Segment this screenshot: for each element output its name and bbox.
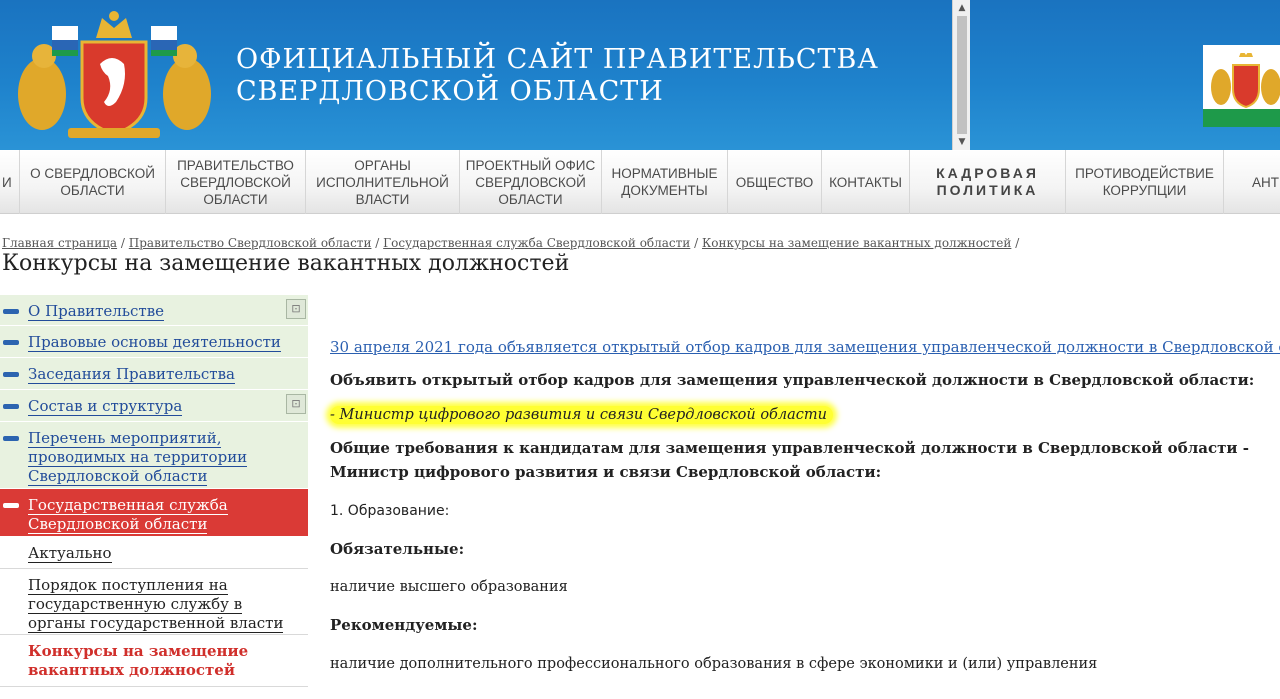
sidebar-item-structure[interactable]: Состав и структура ⊡ — [0, 390, 308, 422]
breadcrumb-separator: / — [1015, 236, 1020, 250]
breadcrumb-link-civil-service[interactable]: Государственная служба Свердловской обла… — [383, 236, 690, 250]
recommended-text: наличие дополнительного профессиональног… — [330, 656, 1098, 672]
site-header: ОФИЦИАЛЬНЫЙ САЙТ ПРАВИТЕЛЬСТВА СВЕРДЛОВС… — [0, 0, 1280, 150]
nav-item-executive-bodies[interactable]: ОРГАНЫ ИСПОЛНИТЕЛЬНОЙ ВЛАСТИ — [306, 150, 460, 214]
sidebar-subitem-label: Порядок поступления на государственную с… — [28, 576, 284, 633]
sidebar-subitem-label: Актуально — [28, 544, 112, 563]
nav-item-anti-corruption[interactable]: ПРОТИВОДЕЙСТВИЕ КОРРУПЦИИ — [1066, 150, 1224, 214]
nav-item-label: АНТ — [1252, 174, 1279, 190]
bullet-icon — [3, 436, 19, 441]
nav-item-label: ОБЩЕСТВО — [735, 174, 814, 190]
nav-item-label: КОНТАКТЫ — [829, 174, 902, 190]
regional-flag-icon — [1203, 45, 1280, 127]
breadcrumb-separator: / — [375, 236, 380, 250]
scroll-thumb[interactable] — [957, 16, 967, 134]
nav-item-contacts[interactable]: КОНТАКТЫ — [822, 150, 910, 214]
sidebar-item-label: О Правительстве — [28, 302, 165, 321]
sidebar-item-civil-service[interactable]: Государственная служба Свердловской обла… — [0, 489, 308, 537]
scroll-up-icon[interactable]: ▲ — [953, 0, 971, 16]
sidebar-item-label: Заседания Правительства — [28, 365, 235, 384]
expand-icon[interactable]: ⊡ — [286, 394, 306, 414]
mandatory-text: наличие высшего образования — [330, 579, 568, 595]
breadcrumb-separator: / — [694, 236, 699, 250]
site-title-line2: СВЕРДЛОВСКОЙ ОБЛАСТИ — [236, 76, 664, 107]
sidebar-subitem-label: Конкурсы на замещение вакантных должност… — [28, 642, 249, 679]
sidebar-item-label: Правовые основы деятельности — [28, 333, 281, 352]
bullet-icon — [3, 372, 19, 377]
bullet-icon — [3, 309, 19, 314]
main-nav: И О СВЕРДЛОВСКОЙ ОБЛАСТИ ПРАВИТЕЛЬСТВО С… — [0, 150, 1280, 214]
announce-text: Объявить открытый отбор кадров для замещ… — [330, 371, 1255, 389]
site-title-line1: ОФИЦИАЛЬНЫЙ САЙТ ПРАВИТЕЛЬСТВА — [236, 44, 879, 75]
highlighted-position: - Министр цифрового развития и связи Све… — [330, 406, 833, 424]
recommended-label: Рекомендуемые: — [330, 616, 478, 634]
nav-item-normative-docs[interactable]: НОРМАТИВНЫЕ ДОКУМЕНТЫ — [602, 150, 728, 214]
requirements-title: Общие требования к кандидатам для замеще… — [330, 439, 1249, 481]
nav-item-label: ПРОЕКТНЫЙ ОФИС СВЕРДЛОВСКОЙ ОБЛАСТИ — [465, 157, 596, 207]
nav-item-project-office[interactable]: ПРОЕКТНЫЙ ОФИС СВЕРДЛОВСКОЙ ОБЛАСТИ — [460, 150, 602, 214]
sidebar-subitem-actual[interactable]: Актуально — [0, 537, 308, 569]
nav-item-society[interactable]: ОБЩЕСТВО — [728, 150, 822, 214]
sidebar-item-label: Состав и структура — [28, 397, 183, 416]
bullet-icon — [3, 503, 19, 508]
scroll-down-icon[interactable]: ▼ — [953, 134, 971, 150]
page-title: Конкурсы на замещение вакантных должност… — [2, 251, 570, 276]
sidebar-subitem-admission-procedure[interactable]: Порядок поступления на государственную с… — [0, 569, 308, 635]
mandatory-label: Обязательные: — [330, 540, 465, 558]
expand-icon[interactable]: ⊡ — [286, 299, 306, 319]
sidebar-item-label: Перечень мероприятий, проводимых на терр… — [28, 429, 248, 486]
sidebar-item-meetings[interactable]: Заседания Правительства — [0, 358, 308, 390]
nav-item-partial-left[interactable]: И — [0, 150, 20, 214]
breadcrumb-link-government[interactable]: Правительство Свердловской области — [129, 236, 372, 250]
education-heading: 1. Образование: — [330, 503, 450, 519]
breadcrumb: Главная страница / Правительство Свердло… — [2, 236, 1019, 250]
position-row: - Министр цифрового развития и связи Све… — [330, 404, 1275, 424]
sidebar: О Правительстве ⊡ Правовые основы деятел… — [0, 295, 308, 687]
nav-item-label: О СВЕРДЛОВСКОЙ ОБЛАСТИ — [30, 166, 155, 198]
bullet-icon — [3, 340, 19, 345]
breadcrumb-separator: / — [120, 236, 125, 250]
header-scrollbar[interactable]: ▲ ▼ — [952, 0, 970, 150]
main-content: 30 апреля 2021 года объявляется открытый… — [330, 338, 1280, 676]
nav-item-about-region[interactable]: О СВЕРДЛОВСКОЙ ОБЛАСТИ — [20, 150, 166, 214]
nav-item-partial-right[interactable]: АНТ — [1224, 150, 1280, 214]
nav-item-label: КАДРОВАЯ ПОЛИТИКА — [936, 165, 1039, 198]
sidebar-item-events[interactable]: Перечень мероприятий, проводимых на терр… — [0, 422, 308, 489]
sidebar-subitem-competitions[interactable]: Конкурсы на замещение вакантных должност… — [0, 635, 308, 687]
nav-item-personnel-policy[interactable]: КАДРОВАЯ ПОЛИТИКА — [910, 150, 1066, 214]
flag-crest-icon — [1211, 53, 1280, 109]
bullet-icon — [3, 404, 19, 409]
site-title[interactable]: ОФИЦИАЛЬНЫЙ САЙТ ПРАВИТЕЛЬСТВА СВЕРДЛОВС… — [236, 44, 879, 108]
sidebar-item-label: Государственная служба Свердловской обла… — [28, 496, 228, 534]
sidebar-item-about-government[interactable]: О Правительстве ⊡ — [0, 295, 308, 326]
nav-item-label: ПРАВИТЕЛЬСТВО СВЕРДЛОВСКОЙ ОБЛАСТИ — [177, 157, 294, 207]
coat-of-arms-icon[interactable] — [12, 6, 217, 144]
sidebar-item-legal-basis[interactable]: Правовые основы деятельности — [0, 326, 308, 358]
announcement-link[interactable]: 30 апреля 2021 года объявляется открытый… — [330, 338, 1280, 356]
nav-item-government[interactable]: ПРАВИТЕЛЬСТВО СВЕРДЛОВСКОЙ ОБЛАСТИ — [166, 150, 306, 214]
nav-item-label: ОРГАНЫ ИСПОЛНИТЕЛЬНОЙ ВЛАСТИ — [316, 157, 449, 207]
nav-item-label: ПРОТИВОДЕЙСТВИЕ КОРРУПЦИИ — [1075, 166, 1214, 198]
nav-item-label: НОРМАТИВНЫЕ ДОКУМЕНТЫ — [611, 166, 718, 198]
breadcrumb-link-competitions[interactable]: Конкурсы на замещение вакантных должност… — [702, 236, 1011, 250]
breadcrumb-link-home[interactable]: Главная страница — [2, 236, 117, 250]
